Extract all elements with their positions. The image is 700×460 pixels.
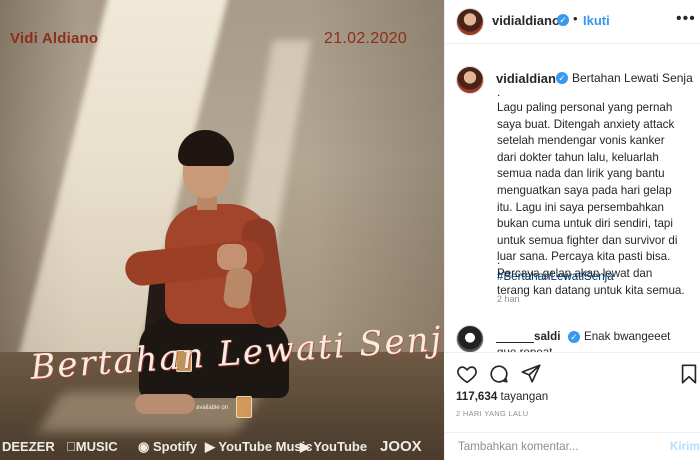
post-image[interactable]: Vidi Aldiano 21.02.2020 Bertahan Lewati … bbox=[0, 0, 444, 460]
header-username[interactable]: vidialdiano bbox=[492, 13, 560, 28]
post-comment-button[interactable]: Kirim bbox=[670, 440, 700, 453]
hair bbox=[178, 130, 234, 166]
platform-logos: DEEZER MUSIC ◉ Spotify ▶ YouTube Music … bbox=[0, 433, 444, 460]
glass-right bbox=[236, 396, 252, 418]
caption-dot: . bbox=[497, 85, 501, 99]
caption-title: Bertahan Lewati Senja bbox=[572, 71, 693, 85]
caption-username[interactable]: vidialdiano bbox=[496, 71, 564, 86]
save-icon[interactable] bbox=[678, 363, 700, 385]
caption-avatar[interactable] bbox=[456, 66, 484, 94]
available-on-label: available on bbox=[196, 405, 229, 411]
youtube-logo: ▶ YouTube bbox=[300, 438, 368, 454]
foot bbox=[135, 394, 195, 414]
verified-icon: ✓ bbox=[556, 72, 568, 84]
comment-icon[interactable] bbox=[488, 363, 510, 385]
deezer-logo: DEEZER bbox=[2, 439, 55, 454]
joox-logo: JOOX bbox=[380, 438, 422, 455]
spotify-logo: ◉ Spotify bbox=[138, 438, 198, 454]
post-date[interactable]: 2 HARI YANG LALU bbox=[456, 409, 528, 418]
comment-input[interactable] bbox=[458, 440, 658, 453]
hashtag-link[interactable]: #BertahanLewatiSenja bbox=[497, 270, 614, 283]
user-avatar[interactable] bbox=[456, 8, 484, 36]
verified-icon: ✓ bbox=[568, 331, 580, 343]
release-date: 21.02.2020 bbox=[324, 30, 408, 47]
share-icon[interactable] bbox=[520, 363, 542, 385]
commenter-avatar[interactable] bbox=[456, 325, 484, 353]
hand bbox=[217, 244, 247, 270]
action-bar bbox=[444, 352, 700, 392]
view-count[interactable]: 117,634 tayangan bbox=[456, 390, 548, 403]
comment-text: Enak bwangeeet bbox=[584, 330, 671, 343]
heart-icon[interactable] bbox=[456, 363, 478, 385]
follow-button[interactable]: Ikuti bbox=[583, 13, 610, 28]
artist-name: Vidi Aldiano bbox=[10, 30, 99, 47]
commenter-username[interactable]: saldi bbox=[496, 330, 560, 343]
verified-icon: ✓ bbox=[557, 14, 569, 26]
more-options-icon[interactable]: ••• bbox=[676, 10, 696, 28]
separator-dot: • bbox=[573, 11, 578, 26]
caption-dot: . bbox=[497, 253, 501, 267]
caption-timestamp: 2 hari bbox=[497, 294, 520, 304]
apple-music-logo: MUSIC bbox=[66, 439, 118, 454]
youtube-music-logo: ▶ YouTube Music bbox=[205, 438, 313, 454]
